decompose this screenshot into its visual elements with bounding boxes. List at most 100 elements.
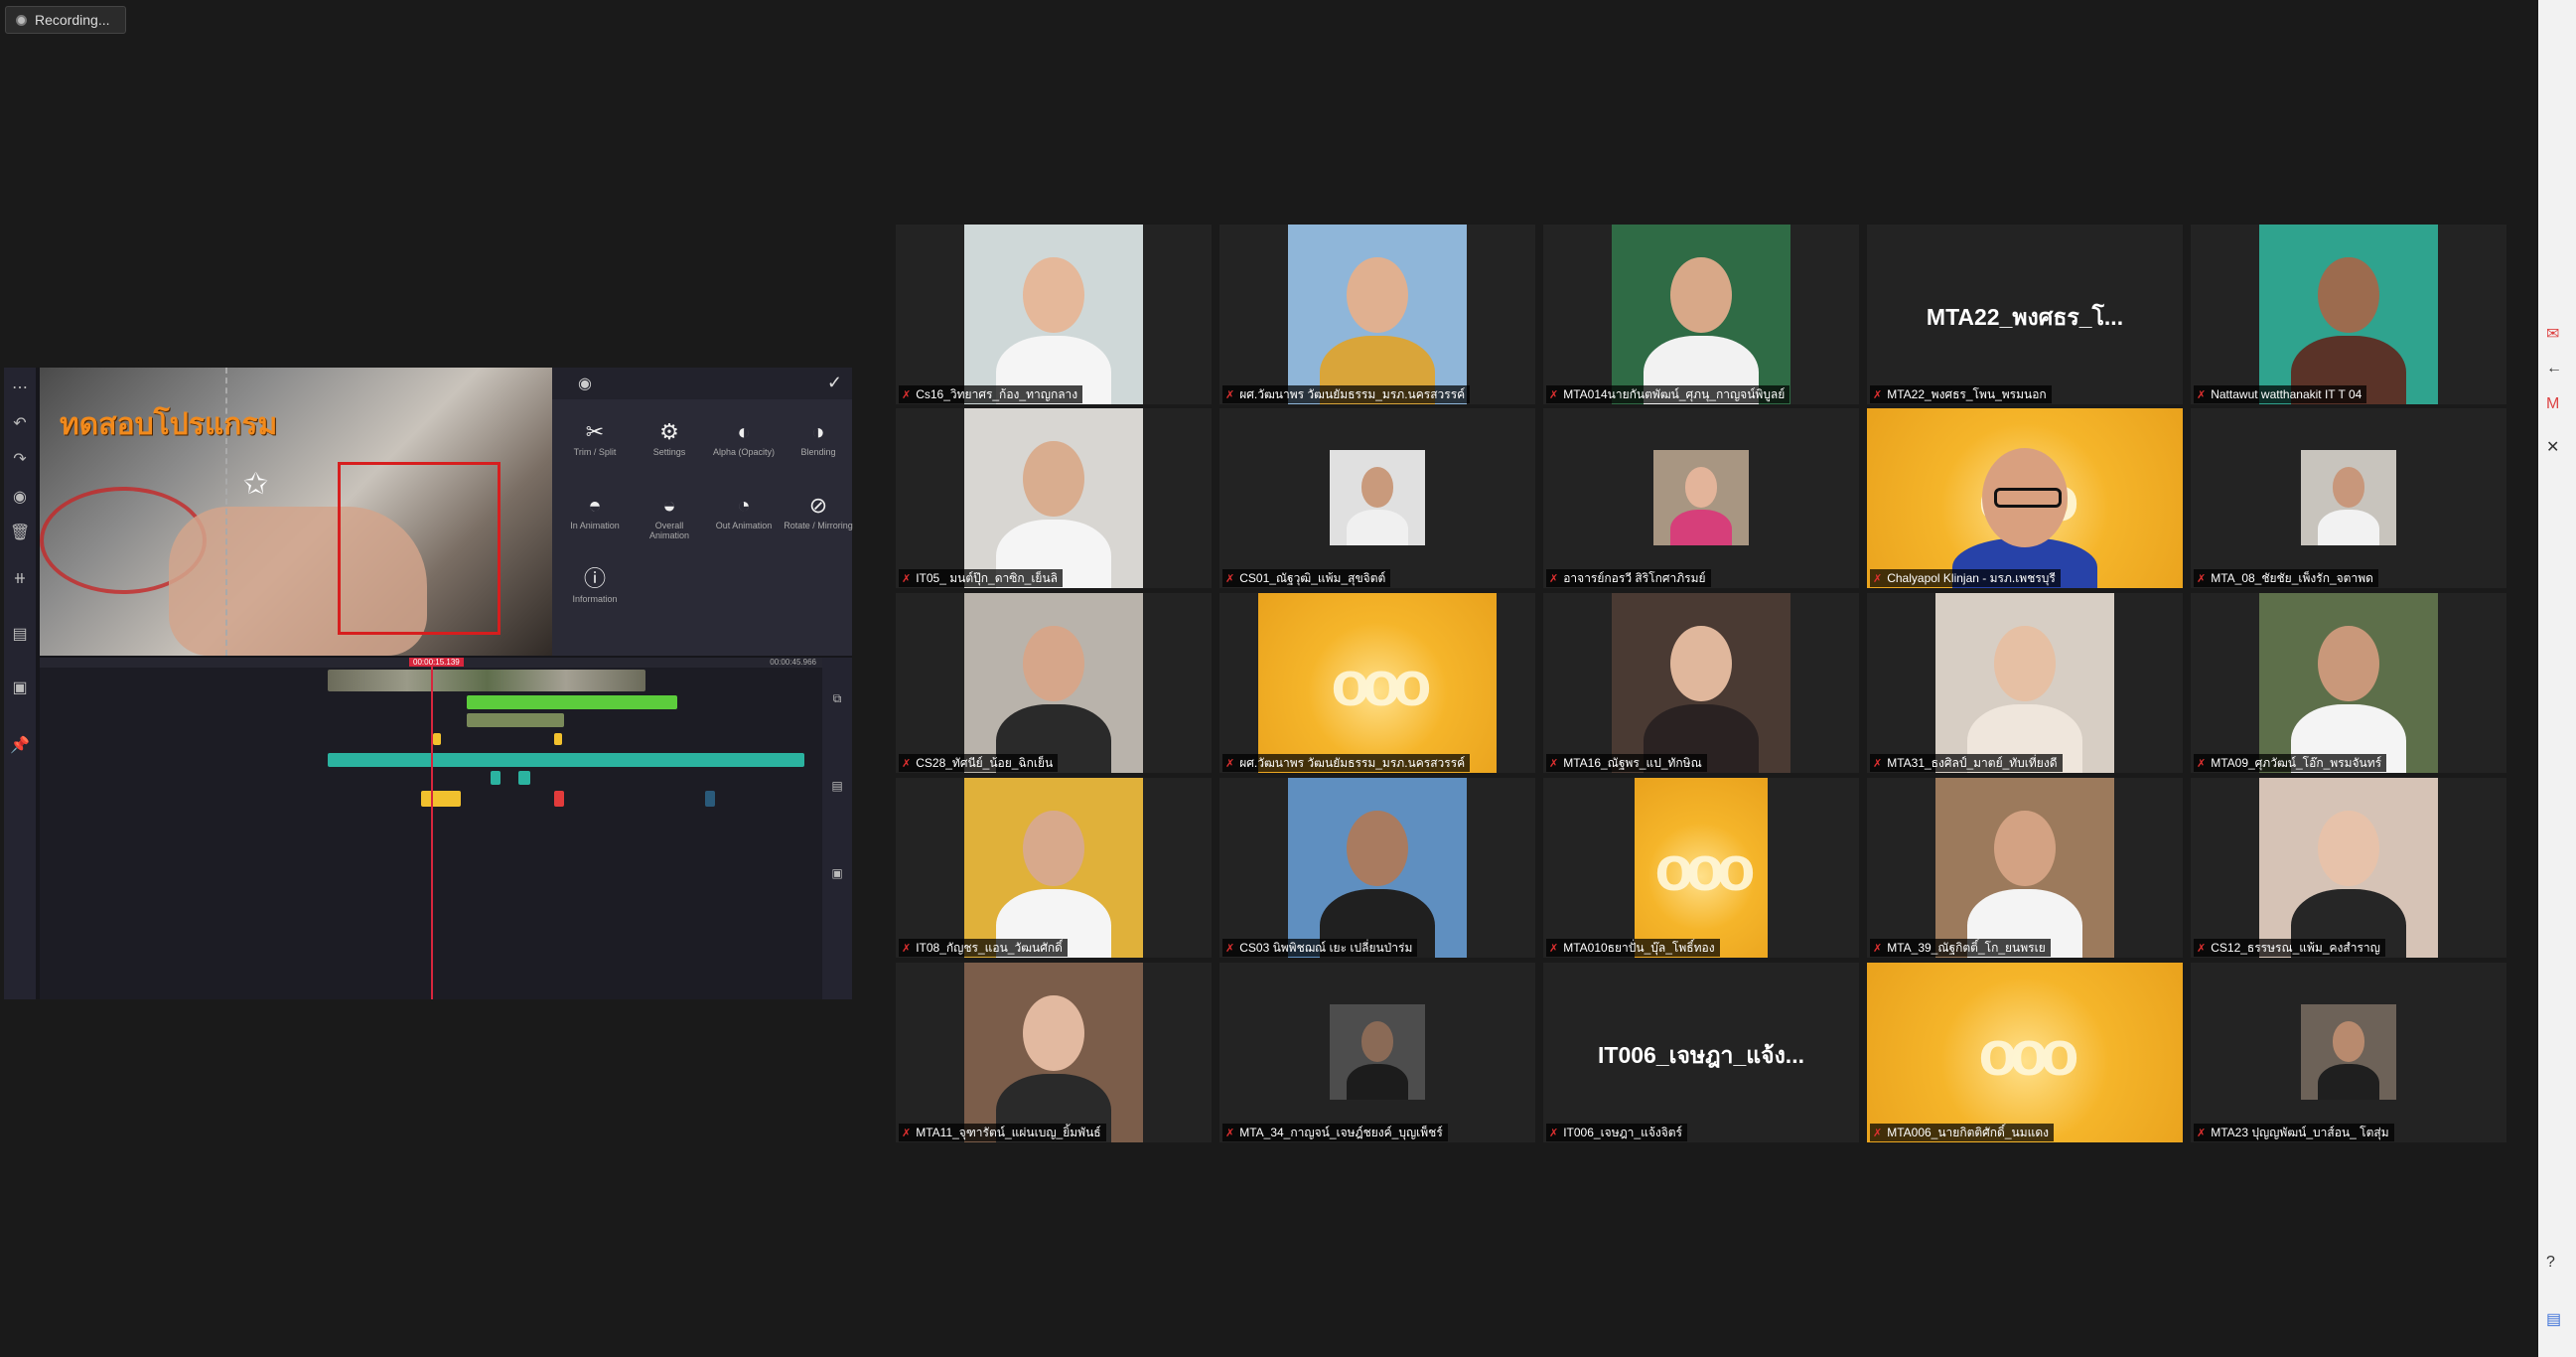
participant-name-badge: ✗ CS28_ทัศนีย์_น้อย_ฉิกเย็น [899, 754, 1059, 772]
overlay-clip-green[interactable] [467, 695, 677, 709]
text-clip[interactable] [433, 733, 441, 745]
participant-tile[interactable]: ✗ MTA09_ศุภวัฒน์_โอ๊ก_พรมจันทร์ [2191, 593, 2506, 773]
timeline[interactable]: 00:00:45.966 00:00:15.139 ⧉ ▤ ▣ [40, 658, 852, 999]
participant-name: IT006_เจษฎา_แจ้งจิตร์ [1563, 1125, 1682, 1139]
tool-overall-animation[interactable]: ◒ Overall Animation [635, 491, 704, 540]
doc-icon[interactable]: ▤ [2546, 1309, 2561, 1329]
participant-name: MTA23 ปุญญพัฒน์_บาส์อน_ โตสุ่ม [2211, 1125, 2389, 1139]
tool-in-animation[interactable]: ◓ In Animation [560, 491, 630, 530]
tool-trim-split[interactable]: ✂ Trim / Split [560, 417, 630, 457]
participant-tile[interactable]: ✗ MTA_08_ชัยชัย_เพ็งรัก_จตาพด [2191, 408, 2506, 588]
participant-video [2301, 1004, 2396, 1100]
help-icon[interactable]: ? [2546, 1254, 2555, 1272]
mail-icon[interactable]: ✉ [2546, 324, 2559, 344]
participant-tile[interactable]: ✗ IT05_ มนต์ปุ๊ก_ดาซิก_เย็นลิ [896, 408, 1212, 588]
close-icon[interactable]: ✕ [2546, 437, 2559, 457]
tool-out-animation[interactable]: ◔ Out Animation [709, 491, 779, 530]
video-preview[interactable]: ทดสอบโปรแกรม ✩ [40, 368, 552, 656]
delete-icon[interactable]: 🗑 [10, 523, 30, 542]
participant-tile[interactable]: IT006_เจษฎา_แจ้ง... ✗ IT006_เจษฎา_แจ้งจิตร… [1543, 963, 1859, 1142]
more-icon[interactable]: ⋯ [10, 377, 30, 397]
participant-tile[interactable]: ✗ อาจารย์กอรวี สิริโกศาภิรมย์ [1543, 408, 1859, 588]
participant-video: ooo [1258, 593, 1497, 773]
audio-clip[interactable] [518, 771, 530, 785]
participant-tile[interactable]: ✗ MTA31_ธงศิลป์_มาตย์_ทับเที่ยงดี [1867, 593, 2183, 773]
participant-name: MTA09_ศุภวัฒน์_โอ๊ก_พรมจันทร์ [2211, 755, 2382, 770]
participant-video [2259, 593, 2438, 773]
participant-tile[interactable]: ooo✗ Chalyapol Klinjan - มรภ.เพชรบุรี [1867, 408, 2183, 588]
gmail-icon[interactable]: M [2546, 395, 2559, 413]
snap-icon[interactable]: ▣ [828, 866, 846, 880]
participant-name: อาจารย์กอรวี สิริโกศาภิรมย์ [1563, 570, 1706, 585]
zoom-icon[interactable]: ⧉ [828, 691, 846, 706]
participant-tile[interactable]: ooo ✗ MTA006_นายกิตติศักดิ์_นมแดง [1867, 963, 2183, 1142]
participant-tile[interactable]: ✗ Nattawut watthanakit IT T 04 [2191, 225, 2506, 404]
pin-icon[interactable]: 📌 [10, 735, 30, 755]
participant-video [964, 225, 1143, 404]
layer-icon[interactable]: ▤ [10, 624, 30, 644]
save-icon[interactable]: ▣ [10, 678, 30, 697]
participant-tile[interactable]: ✗ MTA23 ปุญญพัฒน์_บาส์อน_ โตสุ่ม [2191, 963, 2506, 1142]
participant-name-badge: ✗ Cs16_วิทยาศร_ก้อง_ทาญกลาง [899, 385, 1083, 403]
undo-icon[interactable]: ↶ [10, 413, 30, 433]
participant-name: MTA11_จุฑารัตน์_แผ่นเบญ_ยิ้มพันธ์ [916, 1125, 1101, 1139]
participant-name-badge: ✗ ผศ.วัฒนาพร วัฒนยัมธรรม_มรภ.นครสวรรค์ [1222, 385, 1471, 403]
participant-tile[interactable]: ✗ IT08_กัญชร_แอน_วัฒนศักดิ์ [896, 778, 1212, 958]
participant-tile[interactable]: ✗ CS01_ณัฐวุฒิ_แพ้ม_สุขจิตต์ [1219, 408, 1535, 588]
participant-name-badge: ✗ MTA09_ศุภวัฒน์_โอ๊ก_พรมจันทร์ [2194, 754, 2387, 772]
playhead[interactable] [431, 658, 433, 999]
participant-name-badge: ✗ CS01_ณัฐวุฒิ_แพ้ม_สุขจิตต์ [1222, 569, 1391, 587]
participant-tile[interactable]: ✗ MTA_34_กาญจน์_เจษฎ์ชยงค์_บุญเพ็ชร์ [1219, 963, 1535, 1142]
selection-box[interactable] [338, 462, 501, 635]
capture-icon[interactable]: ◉ [10, 487, 30, 507]
participant-tile[interactable]: ✗ Cs16_วิทยาศร_ก้อง_ทาญกลาง [896, 225, 1212, 404]
muted-mic-icon: ✗ [2197, 1127, 2207, 1139]
tool-rotate-mirroring[interactable]: ⊘ Rotate / Mirroring [784, 491, 853, 530]
back-arrow-icon[interactable]: ← [2546, 360, 2562, 377]
participant-name-badge: ✗ MTA_08_ชัยชัย_เพ็งรัก_จตาพด [2194, 569, 2378, 587]
muted-mic-icon: ✗ [1873, 942, 1883, 955]
participant-name-badge: ✗ MTA_39_ณัฐกิตติ์_โก_ยนพรเย [1870, 939, 2051, 957]
muted-mic-icon: ✗ [902, 388, 912, 401]
muted-mic-icon: ✗ [1225, 757, 1235, 770]
overlay-clip-image[interactable] [467, 713, 564, 727]
participant-name: MTA22_พงศธร_โพน_พรมนอก [1887, 386, 2047, 401]
participant-tile[interactable]: ✗ MTA_39_ณัฐกิตติ์_โก_ยนพรเย [1867, 778, 2183, 958]
recording-indicator[interactable]: Recording... [5, 6, 127, 34]
muted-mic-icon: ✗ [1873, 1127, 1883, 1139]
participant-tile[interactable]: ✗ MTA16_ณัฐพร_แป_ทักษิณ [1543, 593, 1859, 773]
participant-tile[interactable]: ✗ CS03 นิพพิชฌณ์ เยะ เปลี่ยนป่าร่ม [1219, 778, 1535, 958]
participant-tile[interactable]: ✗ MTA11_จุฑารัตน์_แผ่นเบญ_ยิ้มพันธ์ [896, 963, 1212, 1142]
participant-tile[interactable]: ✗ CS28_ทัศนีย์_น้อย_ฉิกเย็น [896, 593, 1212, 773]
audio-clip[interactable] [491, 771, 501, 785]
video-clip-track[interactable] [328, 670, 645, 691]
participant-tile[interactable]: ooo ✗ MTA010ธยาปั่น_บุ๊ล_โพธิ์ทอง [1543, 778, 1859, 958]
tool-information[interactable]: ⓘ Information [560, 564, 630, 604]
participant-name-badge: ✗ MTA22_พงศธร_โพน_พรมนอก [1870, 385, 2052, 403]
participant-tile[interactable]: ✗ CS12_ธรรษรณ_แพ้ม_คงสำราญ [2191, 778, 2506, 958]
participant-name-badge: ✗ MTA_34_กาญจน์_เจษฎ์ชยงค์_บุญเพ็ชร์ [1222, 1124, 1448, 1141]
redo-icon[interactable]: ↷ [10, 449, 30, 469]
muted-mic-icon: ✗ [1873, 572, 1883, 585]
participant-video [2259, 225, 2438, 404]
participant-tile[interactable]: ooo ✗ ผศ.วัฒนาพร วัฒนยัมธรรม_มรภ.นครสวรรค์ [1219, 593, 1535, 773]
effect-clip[interactable] [554, 791, 564, 807]
layer-toggle-icon[interactable]: ▤ [828, 779, 846, 793]
participant-name-badge: ✗ MTA11_จุฑารัตน์_แผ่นเบญ_ยิ้มพันธ์ [899, 1124, 1106, 1141]
effect-clip[interactable] [421, 791, 461, 807]
participant-tile[interactable]: ✗ MTA014นายกันตพัฒน์_ศุภนุ_กาญจน์พิบูลย์ [1543, 225, 1859, 404]
participant-name-badge: ✗ MTA006_นายกิตติศักดิ์_นมแดง [1870, 1124, 2055, 1141]
muted-mic-icon: ✗ [1225, 942, 1235, 955]
tool-alpha[interactable]: ◐ Alpha (Opacity) [709, 417, 779, 457]
tool-settings[interactable]: ⚙ Settings [635, 417, 704, 457]
split-track-icon[interactable]: ⧺ [10, 568, 30, 588]
participant-tile[interactable]: MTA22_พงศธร_โ... ✗ MTA22_พงศธร_โพน_พรมนอก [1867, 225, 2183, 404]
participant-video [1612, 225, 1790, 404]
participant-tile[interactable]: ✗ ผศ.วัฒนาพร วัฒนยัมธรรม_มรภ.นครสวรรค์ [1219, 225, 1535, 404]
tool-blending[interactable]: ◑ Blending [784, 417, 853, 457]
audio-track[interactable] [328, 753, 804, 767]
confirm-check-icon[interactable]: ✓ [827, 373, 842, 393]
effect-clip[interactable] [705, 791, 715, 807]
recording-label: Recording... [35, 12, 110, 28]
text-clip[interactable] [554, 733, 562, 745]
